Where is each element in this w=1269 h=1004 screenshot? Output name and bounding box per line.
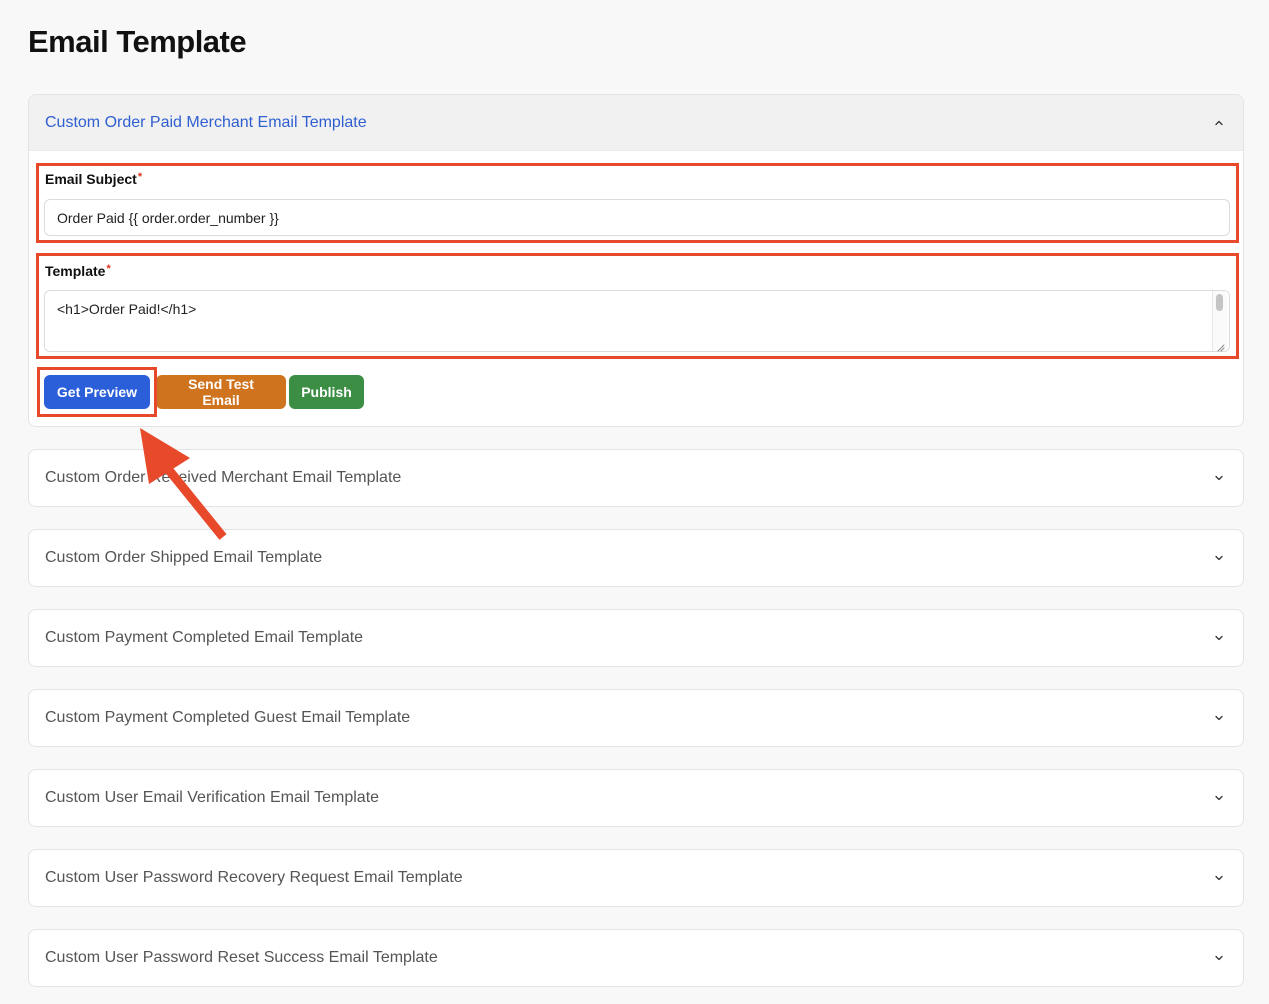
accordion-title: Custom User Password Recovery Request Em…	[45, 869, 463, 886]
chevron-down-icon	[1213, 472, 1225, 484]
accordion-header[interactable]: Custom Payment Completed Email Template	[29, 610, 1243, 666]
email-subject-label-text: Email Subject	[45, 171, 137, 187]
send-test-email-button[interactable]: Send Test Email	[156, 375, 286, 409]
accordion-header-order-paid-merchant[interactable]: Custom Order Paid Merchant Email Templat…	[29, 95, 1243, 151]
accordion-header[interactable]: Custom User Password Reset Success Email…	[29, 930, 1243, 986]
email-subject-input[interactable]	[44, 199, 1230, 236]
chevron-up-icon	[1213, 117, 1225, 129]
accordion-header[interactable]: Custom Payment Completed Guest Email Tem…	[29, 690, 1243, 746]
accordion-title: Custom Order Shipped Email Template	[45, 549, 323, 566]
accordion-panel-payment-completed: Custom Payment Completed Email Template	[28, 609, 1244, 667]
accordion-panel-password-reset-success: Custom User Password Reset Success Email…	[28, 929, 1244, 987]
publish-button[interactable]: Publish	[289, 375, 364, 409]
accordion-panel-password-recovery-request: Custom User Password Recovery Request Em…	[28, 849, 1244, 907]
required-marker: *	[137, 171, 143, 183]
accordion-title: Custom Order Paid Merchant Email Templat…	[45, 113, 367, 131]
accordion-header[interactable]: Custom User Password Recovery Request Em…	[29, 850, 1243, 906]
email-subject-label: Email Subject*	[45, 171, 142, 187]
required-marker: *	[106, 263, 111, 275]
accordion-panel-order-paid-merchant: Custom Order Paid Merchant Email Templat…	[28, 94, 1244, 427]
accordion-panel-order-shipped: Custom Order Shipped Email Template	[28, 529, 1244, 587]
accordion-panel-payment-completed-guest: Custom Payment Completed Guest Email Tem…	[28, 689, 1244, 747]
chevron-down-icon	[1213, 632, 1225, 644]
accordion-title: Custom Order Received Merchant Email Tem…	[45, 469, 402, 486]
chevron-down-icon	[1213, 792, 1225, 804]
accordion-header[interactable]: Custom User Email Verification Email Tem…	[29, 770, 1243, 826]
accordion-panel-user-email-verification: Custom User Email Verification Email Tem…	[28, 769, 1244, 827]
accordion-header[interactable]: Custom Order Shipped Email Template	[29, 530, 1243, 586]
accordion-title: Custom Payment Completed Email Template	[45, 629, 364, 646]
get-preview-button[interactable]: Get Preview	[44, 375, 150, 409]
scrollbar-thumb[interactable]	[1216, 294, 1223, 311]
accordion-title: Custom User Email Verification Email Tem…	[45, 789, 380, 806]
resize-handle-icon[interactable]	[1215, 339, 1225, 352]
chevron-down-icon	[1213, 552, 1225, 564]
template-textarea[interactable]: <h1>Order Paid!</h1>	[44, 290, 1230, 352]
accordion-title: Custom User Password Reset Success Email…	[45, 949, 438, 966]
template-label: Template*	[45, 263, 111, 279]
chevron-down-icon	[1213, 872, 1225, 884]
accordion-header[interactable]: Custom Order Received Merchant Email Tem…	[29, 450, 1243, 506]
accordion-title: Custom Payment Completed Guest Email Tem…	[45, 709, 411, 726]
template-label-text: Template	[45, 263, 106, 279]
chevron-down-icon	[1213, 952, 1225, 964]
page-title: Email Template	[28, 24, 247, 59]
accordion-panel-order-received-merchant: Custom Order Received Merchant Email Tem…	[28, 449, 1244, 507]
chevron-down-icon	[1213, 712, 1225, 724]
